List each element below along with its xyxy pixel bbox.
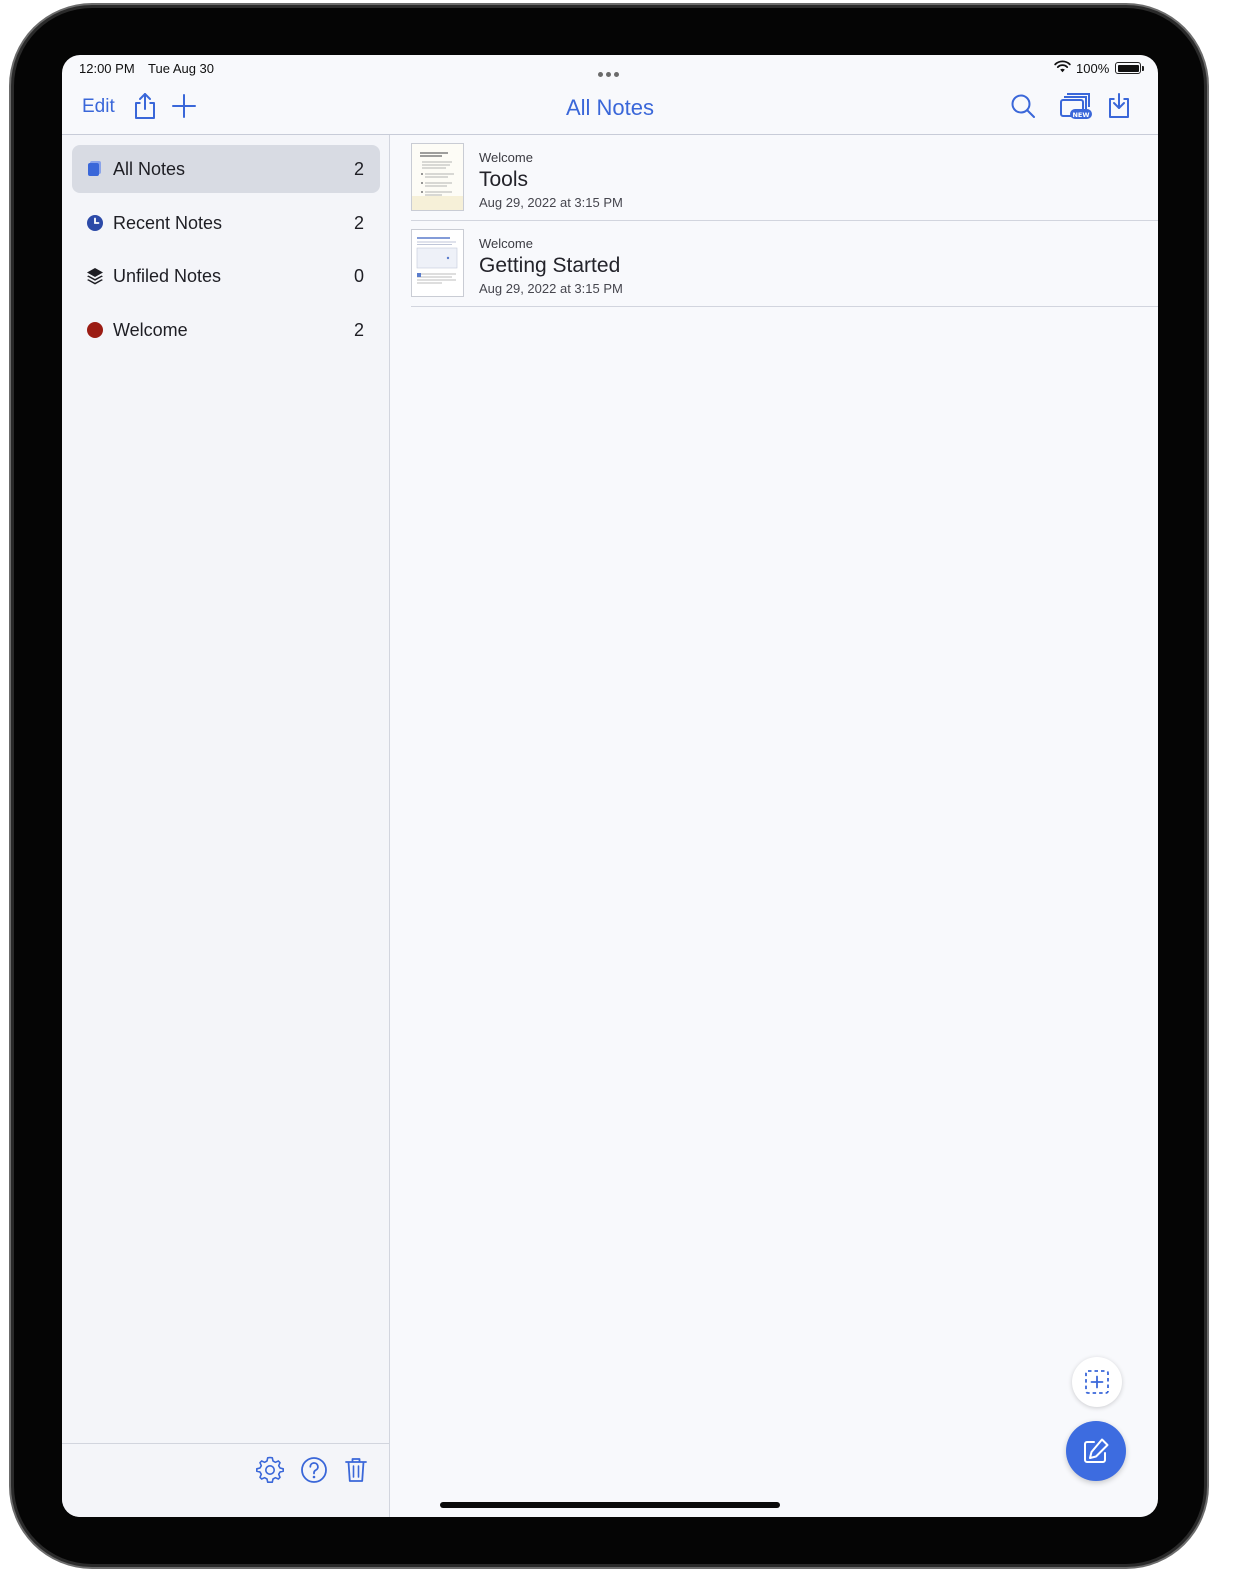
sidebar-item-count: 2	[353, 159, 364, 179]
sidebar: All Notes 2 Recent Notes 2 Unfiled Notes…	[62, 135, 390, 1517]
new-templates-icon[interactable]: NEW	[1058, 91, 1094, 123]
battery-icon	[1115, 62, 1144, 74]
sidebar-item-count: 2	[353, 213, 364, 233]
note-datetime: Aug 29, 2022 at 3:15 PM	[479, 281, 623, 296]
note-folder: Welcome	[479, 236, 533, 251]
folder-dot-icon	[87, 322, 103, 338]
sidebar-footer	[62, 1443, 389, 1517]
sidebar-item-unfiled-notes[interactable]: Unfiled Notes 0	[72, 252, 380, 300]
status-date: Tue Aug 30	[148, 61, 215, 76]
note-title: Tools	[479, 168, 529, 191]
help-icon[interactable]	[300, 1456, 328, 1484]
trash-icon[interactable]	[344, 1456, 368, 1484]
sidebar-item-label: All Notes	[113, 159, 186, 179]
status-bar: 12:00 PM Tue Aug 30 100%	[62, 55, 1158, 83]
clock-icon	[87, 215, 103, 231]
notes-list: Welcome Tools Aug 29, 2022 at 3:15 PM We…	[391, 135, 1158, 1517]
dashed-add-icon	[1085, 1370, 1109, 1394]
home-indicator[interactable]	[440, 1502, 780, 1508]
notes-stack-icon	[88, 161, 101, 176]
sidebar-item-all-notes[interactable]: All Notes 2	[72, 145, 380, 193]
note-row-getting-started[interactable]: Welcome Getting Started Aug 29, 2022 at …	[411, 221, 1158, 307]
nav-bar: Edit All Notes NEW	[62, 83, 1158, 135]
status-time: 12:00 PM	[79, 61, 135, 76]
multitasking-dots-icon[interactable]	[598, 65, 622, 77]
import-icon[interactable]	[1106, 91, 1132, 121]
sidebar-item-label: Recent Notes	[113, 213, 223, 233]
search-icon[interactable]	[1009, 91, 1037, 121]
note-thumbnail	[411, 229, 464, 297]
gear-icon[interactable]	[256, 1456, 284, 1484]
page-title: All Notes	[565, 95, 655, 120]
sidebar-item-welcome[interactable]: Welcome 2	[72, 306, 380, 354]
note-title: Getting Started	[479, 254, 621, 277]
sidebar-item-label: Welcome	[113, 320, 188, 340]
wifi-icon	[1054, 60, 1071, 73]
sidebar-item-label: Unfiled Notes	[113, 266, 222, 286]
sidebar-item-recent-notes[interactable]: Recent Notes 2	[72, 199, 380, 247]
compose-icon	[1084, 1438, 1109, 1463]
battery-percent: 100%	[1076, 61, 1110, 76]
note-folder: Welcome	[479, 150, 533, 165]
sidebar-item-count: 2	[353, 320, 364, 340]
new-note-button[interactable]	[1066, 1421, 1126, 1481]
note-thumbnail	[411, 143, 464, 211]
note-datetime: Aug 29, 2022 at 3:15 PM	[479, 195, 623, 210]
new-badge: NEW	[1072, 111, 1089, 119]
sidebar-item-count: 0	[353, 266, 364, 286]
scan-selection-button[interactable]	[1072, 1357, 1122, 1407]
note-row-tools[interactable]: Welcome Tools Aug 29, 2022 at 3:15 PM	[411, 135, 1158, 221]
layers-icon	[87, 268, 103, 285]
screen: 12:00 PM Tue Aug 30 100% Edit All Notes	[62, 55, 1158, 1517]
